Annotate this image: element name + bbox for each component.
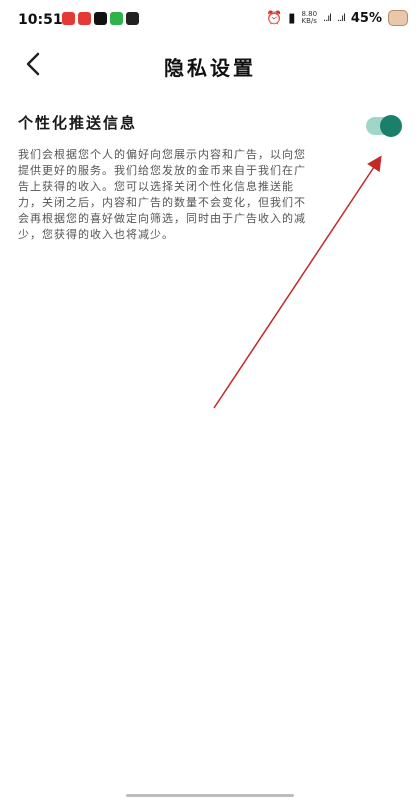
setting-description: 我们会根据您个人的偏好向您展示内容和广告，以向您提供更好的服务。我们给您发放的金… [18, 148, 306, 241]
header: 隐私设置 [0, 40, 420, 92]
status-right: ⏰ ▮ 8.80 KB/s ..ıl ..ıl 45% [266, 10, 408, 26]
personalized-push-setting: 个性化推送信息 我们会根据您个人的偏好向您展示内容和广告，以向您提供更好的服务。… [18, 112, 402, 243]
page-title: 隐私设置 [164, 56, 256, 80]
toggle-knob [380, 115, 402, 137]
home-indicator[interactable] [126, 794, 294, 797]
app-notification-icon [62, 12, 75, 25]
vibrate-icon: ▮ [288, 10, 296, 26]
status-bar: 10:51 ⏰ ▮ 8.80 KB/s ..ıl ..ıl 45% [0, 0, 420, 40]
app-notification-icon [78, 12, 91, 25]
signal-icon: ..ıl [323, 12, 332, 24]
network-speed-unit: KB/s [301, 17, 317, 25]
network-speed: 8.80 KB/s [301, 11, 317, 25]
tiktok-icon [94, 12, 107, 25]
personalized-push-toggle[interactable] [366, 115, 402, 137]
battery-icon [388, 10, 408, 26]
alarm-icon: ⏰ [266, 10, 283, 26]
signal-icon: ..ıl [336, 12, 346, 24]
battery-level: 45% [350, 10, 382, 26]
status-app-icons [62, 12, 139, 25]
app-notification-icon [126, 12, 139, 25]
wechat-icon [110, 12, 123, 25]
status-time: 10:51 [18, 12, 63, 28]
setting-label: 个性化推送信息 [18, 114, 138, 132]
